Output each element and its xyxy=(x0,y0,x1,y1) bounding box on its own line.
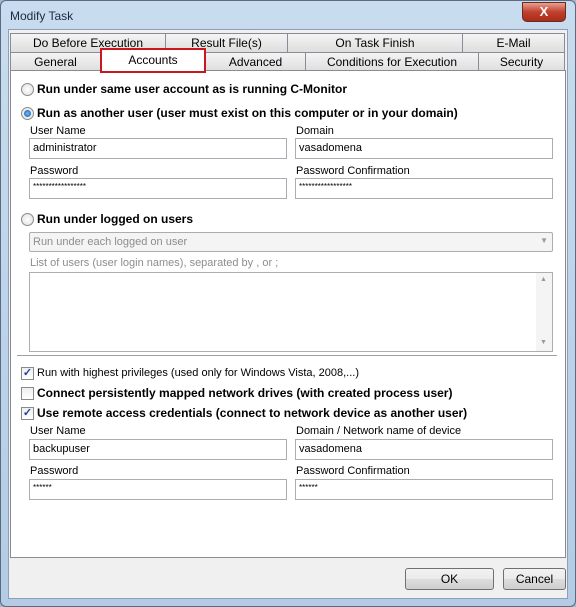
remote-domain-input[interactable]: vasadomena xyxy=(295,439,553,460)
radio-logged-on-users[interactable] xyxy=(21,213,34,226)
password-label: Password xyxy=(30,165,79,177)
remote-password-label: Password xyxy=(30,465,79,477)
logged-mode-value: Run under each logged on user xyxy=(33,236,188,248)
user-name-input[interactable]: administrator xyxy=(29,138,287,159)
close-button[interactable]: X xyxy=(522,2,566,22)
domain-input[interactable]: vasadomena xyxy=(295,138,553,159)
remote-domain-label: Domain / Network name of device xyxy=(296,425,462,437)
scroll-up-icon[interactable]: ▲ xyxy=(540,276,547,283)
tab-general[interactable]: General xyxy=(10,52,101,71)
users-list-scrollbar[interactable]: ▲ ▼ xyxy=(536,273,552,351)
user-name-label: User Name xyxy=(30,125,86,137)
remote-credentials-checkbox[interactable]: ✓ xyxy=(21,407,34,420)
highest-privileges-label[interactable]: Run with highest privileges (used only f… xyxy=(37,367,359,379)
cancel-button[interactable]: Cancel xyxy=(503,568,566,590)
domain-label: Domain xyxy=(296,125,334,137)
chevron-down-icon: ▼ xyxy=(540,236,548,245)
remote-user-input[interactable]: backupuser xyxy=(29,439,287,460)
remote-credentials-label[interactable]: Use remote access credentials (connect t… xyxy=(37,406,467,420)
radio-another-user-label[interactable]: Run as another user (user must exist on … xyxy=(37,106,458,120)
remote-password-input[interactable]: ****** xyxy=(29,479,287,500)
tab-accounts[interactable]: Accounts xyxy=(100,48,206,73)
mapped-drives-checkbox[interactable] xyxy=(21,387,34,400)
radio-another-user[interactable] xyxy=(21,107,34,120)
remote-user-label: User Name xyxy=(30,425,86,437)
remote-password-confirmation-label: Password Confirmation xyxy=(296,465,410,477)
separator xyxy=(17,355,557,356)
radio-logged-on-users-label[interactable]: Run under logged on users xyxy=(37,212,193,226)
password-confirmation-label: Password Confirmation xyxy=(296,165,410,177)
password-confirmation-input[interactable]: ***************** xyxy=(295,178,553,199)
users-list-textarea[interactable] xyxy=(29,272,553,352)
highest-privileges-checkbox[interactable]: ✓ xyxy=(21,367,34,380)
password-input[interactable]: ***************** xyxy=(29,178,287,199)
tab-security[interactable]: Security xyxy=(478,52,565,71)
tab-email[interactable]: E-Mail xyxy=(462,33,565,52)
tab-advanced[interactable]: Advanced xyxy=(205,52,306,71)
logged-mode-select[interactable]: Run under each logged on user ▼ xyxy=(29,232,553,252)
window-title: Modify Task xyxy=(10,9,74,23)
mapped-drives-label[interactable]: Connect persistently mapped network driv… xyxy=(37,386,452,400)
radio-same-user[interactable] xyxy=(21,83,34,96)
users-list-label: List of users (user login names), separa… xyxy=(30,257,279,269)
tab-on-task-finish[interactable]: On Task Finish xyxy=(287,33,463,52)
radio-same-user-label[interactable]: Run under same user account as is runnin… xyxy=(37,82,347,96)
scroll-down-icon[interactable]: ▼ xyxy=(540,339,547,346)
remote-password-confirmation-input[interactable]: ****** xyxy=(295,479,553,500)
ok-button[interactable]: OK xyxy=(405,568,494,590)
tab-conditions-for-execution[interactable]: Conditions for Execution xyxy=(305,52,479,71)
